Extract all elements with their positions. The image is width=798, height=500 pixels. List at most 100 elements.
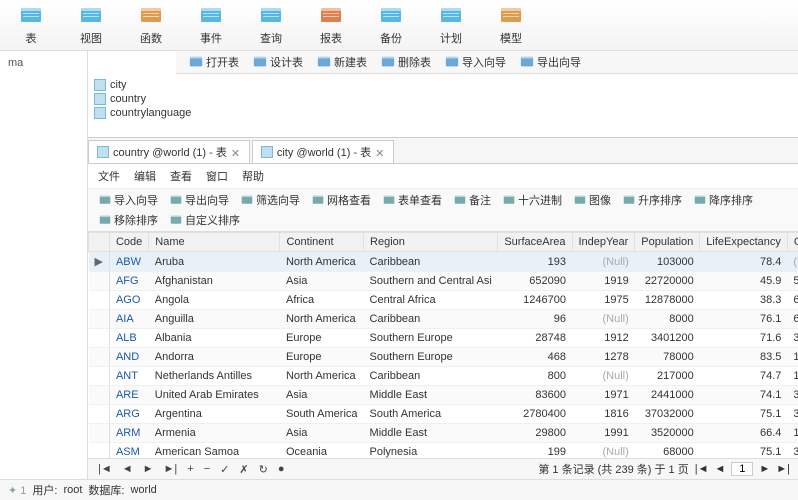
table-row[interactable]: AFGAfghanistanAsiaSouthern and Central A…	[89, 272, 798, 291]
cell-GNP[interactable]: 66	[787, 291, 798, 310]
ribbon-plan[interactable]: 计划	[432, 2, 470, 48]
cell-LifeExpectancy[interactable]: 38.3	[700, 291, 788, 310]
cell-Population[interactable]: 78000	[635, 348, 700, 367]
sidebar-node[interactable]: ma	[4, 55, 83, 71]
cell-Code[interactable]: ARG	[109, 405, 148, 424]
cell-Name[interactable]: Armenia	[149, 424, 280, 443]
cell-Name[interactable]: Angola	[149, 291, 280, 310]
object-item-country[interactable]: country	[94, 92, 792, 106]
cell-SurfaceArea[interactable]: 468	[498, 348, 572, 367]
cell-Continent[interactable]: North America	[280, 310, 364, 329]
cell-LifeExpectancy[interactable]: 75.1	[700, 405, 788, 424]
gridbtn-desc[interactable]: 降序排序	[689, 191, 758, 209]
cell-SurfaceArea[interactable]: 28748	[498, 329, 572, 348]
cell-Continent[interactable]: Oceania	[280, 443, 364, 459]
cell-Name[interactable]: Argentina	[149, 405, 280, 424]
cell-Continent[interactable]: Europe	[280, 348, 364, 367]
ribbon-event[interactable]: 事件	[192, 2, 230, 48]
nav-btn[interactable]: ►|	[162, 463, 180, 475]
menu-文件[interactable]: 文件	[98, 168, 120, 184]
cell-GNP[interactable]: 32	[787, 329, 798, 348]
table-row[interactable]: ASMAmerican SamoaOceaniaPolynesia199(Nul…	[89, 443, 798, 459]
cell-Code[interactable]: AFG	[109, 272, 148, 291]
cell-GNP[interactable]: 15	[787, 348, 798, 367]
cell-Population[interactable]: 3401200	[635, 329, 700, 348]
col-GNP[interactable]: GNP	[787, 233, 798, 252]
table-row[interactable]: ARGArgentinaSouth AmericaSouth America27…	[89, 405, 798, 424]
tab[interactable]: country @world (1) - 表✕	[88, 140, 250, 163]
cell-Continent[interactable]: Africa	[280, 291, 364, 310]
menu-帮助[interactable]: 帮助	[242, 168, 264, 184]
col-Code[interactable]: Code	[109, 233, 148, 252]
cell-Region[interactable]: Middle East	[364, 386, 498, 405]
gridbtn-import[interactable]: 导入向导	[94, 191, 163, 209]
close-icon[interactable]: ✕	[231, 147, 241, 157]
menu-编辑[interactable]: 编辑	[134, 168, 156, 184]
cell-Code[interactable]: AGO	[109, 291, 148, 310]
cell-Region[interactable]: South America	[364, 405, 498, 424]
cell-IndepYear[interactable]: 1975	[572, 291, 635, 310]
cell-Population[interactable]: 103000	[635, 252, 700, 272]
cell-SurfaceArea[interactable]: 83600	[498, 386, 572, 405]
toolbtn-design[interactable]: 设计表	[248, 53, 308, 71]
cell-SurfaceArea[interactable]: 800	[498, 367, 572, 386]
cell-Population[interactable]: 68000	[635, 443, 700, 459]
nav-btn[interactable]: ●	[276, 463, 287, 475]
cell-Continent[interactable]: Europe	[280, 329, 364, 348]
cell-Continent[interactable]: Asia	[280, 424, 364, 443]
cell-LifeExpectancy[interactable]: 74.7	[700, 367, 788, 386]
cell-GNP[interactable]: (Null)	[787, 252, 798, 272]
ribbon-view[interactable]: 视图	[72, 2, 110, 48]
cell-IndepYear[interactable]: (Null)	[572, 310, 635, 329]
cell-Population[interactable]: 2441000	[635, 386, 700, 405]
cell-SurfaceArea[interactable]: 652090	[498, 272, 572, 291]
gridbtn-export[interactable]: 导出向导	[165, 191, 234, 209]
col-SurfaceArea[interactable]: SurfaceArea	[498, 233, 572, 252]
ribbon-backup[interactable]: 备份	[372, 2, 410, 48]
cell-IndepYear[interactable]: (Null)	[572, 252, 635, 272]
cell-Population[interactable]: 12878000	[635, 291, 700, 310]
cell-LifeExpectancy[interactable]: 74.1	[700, 386, 788, 405]
toolbtn-import[interactable]: 导入向导	[440, 53, 511, 71]
cell-Continent[interactable]: Asia	[280, 386, 364, 405]
cell-SurfaceArea[interactable]: 1246700	[498, 291, 572, 310]
gridbtn-nosort[interactable]: 移除排序	[94, 211, 163, 229]
table-row[interactable]: AIAAnguillaNorth AmericaCaribbean96(Null…	[89, 310, 798, 329]
cell-GNP[interactable]: 59	[787, 272, 798, 291]
cell-SurfaceArea[interactable]: 199	[498, 443, 572, 459]
ribbon-query[interactable]: 查询	[252, 2, 290, 48]
ribbon-table[interactable]: 表	[12, 2, 50, 48]
cell-GNP[interactable]: 379	[787, 386, 798, 405]
toolbtn-new[interactable]: 新建表	[312, 53, 372, 71]
cell-Region[interactable]: Middle East	[364, 424, 498, 443]
cell-Region[interactable]: Central Africa	[364, 291, 498, 310]
cell-IndepYear[interactable]: 1278	[572, 348, 635, 367]
menu-窗口[interactable]: 窗口	[206, 168, 228, 184]
cell-IndepYear[interactable]: 1991	[572, 424, 635, 443]
gridbtn-grid[interactable]: 网格查看	[307, 191, 376, 209]
cell-SurfaceArea[interactable]: 96	[498, 310, 572, 329]
nav-next-page-icon[interactable]: ►	[759, 463, 770, 475]
cell-Region[interactable]: Polynesia	[364, 443, 498, 459]
cell-GNP[interactable]: 18	[787, 424, 798, 443]
cell-Code[interactable]: ABW	[109, 252, 148, 272]
nav-first-page-icon[interactable]: |◄	[695, 463, 709, 475]
cell-Region[interactable]: Caribbean	[364, 252, 498, 272]
cell-GNP[interactable]: 3402	[787, 405, 798, 424]
nav-prev-page-icon[interactable]: ◄	[714, 463, 725, 475]
toolbtn-open[interactable]: 打开表	[184, 53, 244, 71]
cell-Name[interactable]: Andorra	[149, 348, 280, 367]
cell-Region[interactable]: Caribbean	[364, 310, 498, 329]
menu-查看[interactable]: 查看	[170, 168, 192, 184]
cell-Region[interactable]: Southern Europe	[364, 348, 498, 367]
col-Name[interactable]: Name	[149, 233, 280, 252]
ribbon-func[interactable]: 函数	[132, 2, 170, 48]
cell-Population[interactable]: 217000	[635, 367, 700, 386]
col-Population[interactable]: Population	[635, 233, 700, 252]
table-row[interactable]: ANDAndorraEuropeSouthern Europe468127878…	[89, 348, 798, 367]
cell-Region[interactable]: Southern and Central Asi	[364, 272, 498, 291]
cell-LifeExpectancy[interactable]: 45.9	[700, 272, 788, 291]
table-row[interactable]: ▶ABWArubaNorth AmericaCaribbean193(Null)…	[89, 252, 798, 272]
cell-Name[interactable]: American Samoa	[149, 443, 280, 459]
nav-btn[interactable]: ✓	[218, 463, 231, 476]
